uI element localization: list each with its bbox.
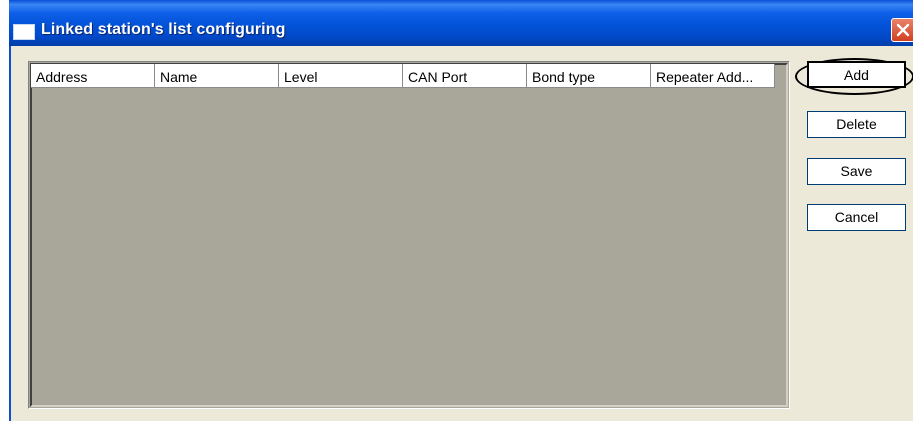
add-button[interactable]: Add [807,61,906,88]
column-header-bond-type[interactable]: Bond type [527,64,651,88]
column-header-can-port[interactable]: CAN Port [403,64,527,88]
column-header-name[interactable]: Name [155,64,279,88]
cancel-button[interactable]: Cancel [807,204,906,231]
window-left-border [0,46,9,421]
window-title: Linked station's list configuring [41,21,286,38]
list-header: Address Name Level CAN Port Bond type Re… [31,64,775,88]
linked-stations-list[interactable]: Address Name Level CAN Port Bond type Re… [28,61,790,409]
column-header-repeater-address[interactable]: Repeater Add... [651,64,775,88]
close-icon [896,23,910,37]
save-button[interactable]: Save [807,158,906,185]
title-bar[interactable]: Linked station's list configuring [0,0,913,46]
window-left-frame [9,46,11,421]
column-header-address[interactable]: Address [31,64,155,88]
dialog-window: Linked station's list configuring Addres… [0,0,913,421]
list-frame [30,63,788,407]
close-button[interactable] [891,18,913,42]
delete-button[interactable]: Delete [807,111,906,138]
column-header-level[interactable]: Level [279,64,403,88]
title-bar-corner [0,0,9,46]
window-icon [13,24,35,40]
